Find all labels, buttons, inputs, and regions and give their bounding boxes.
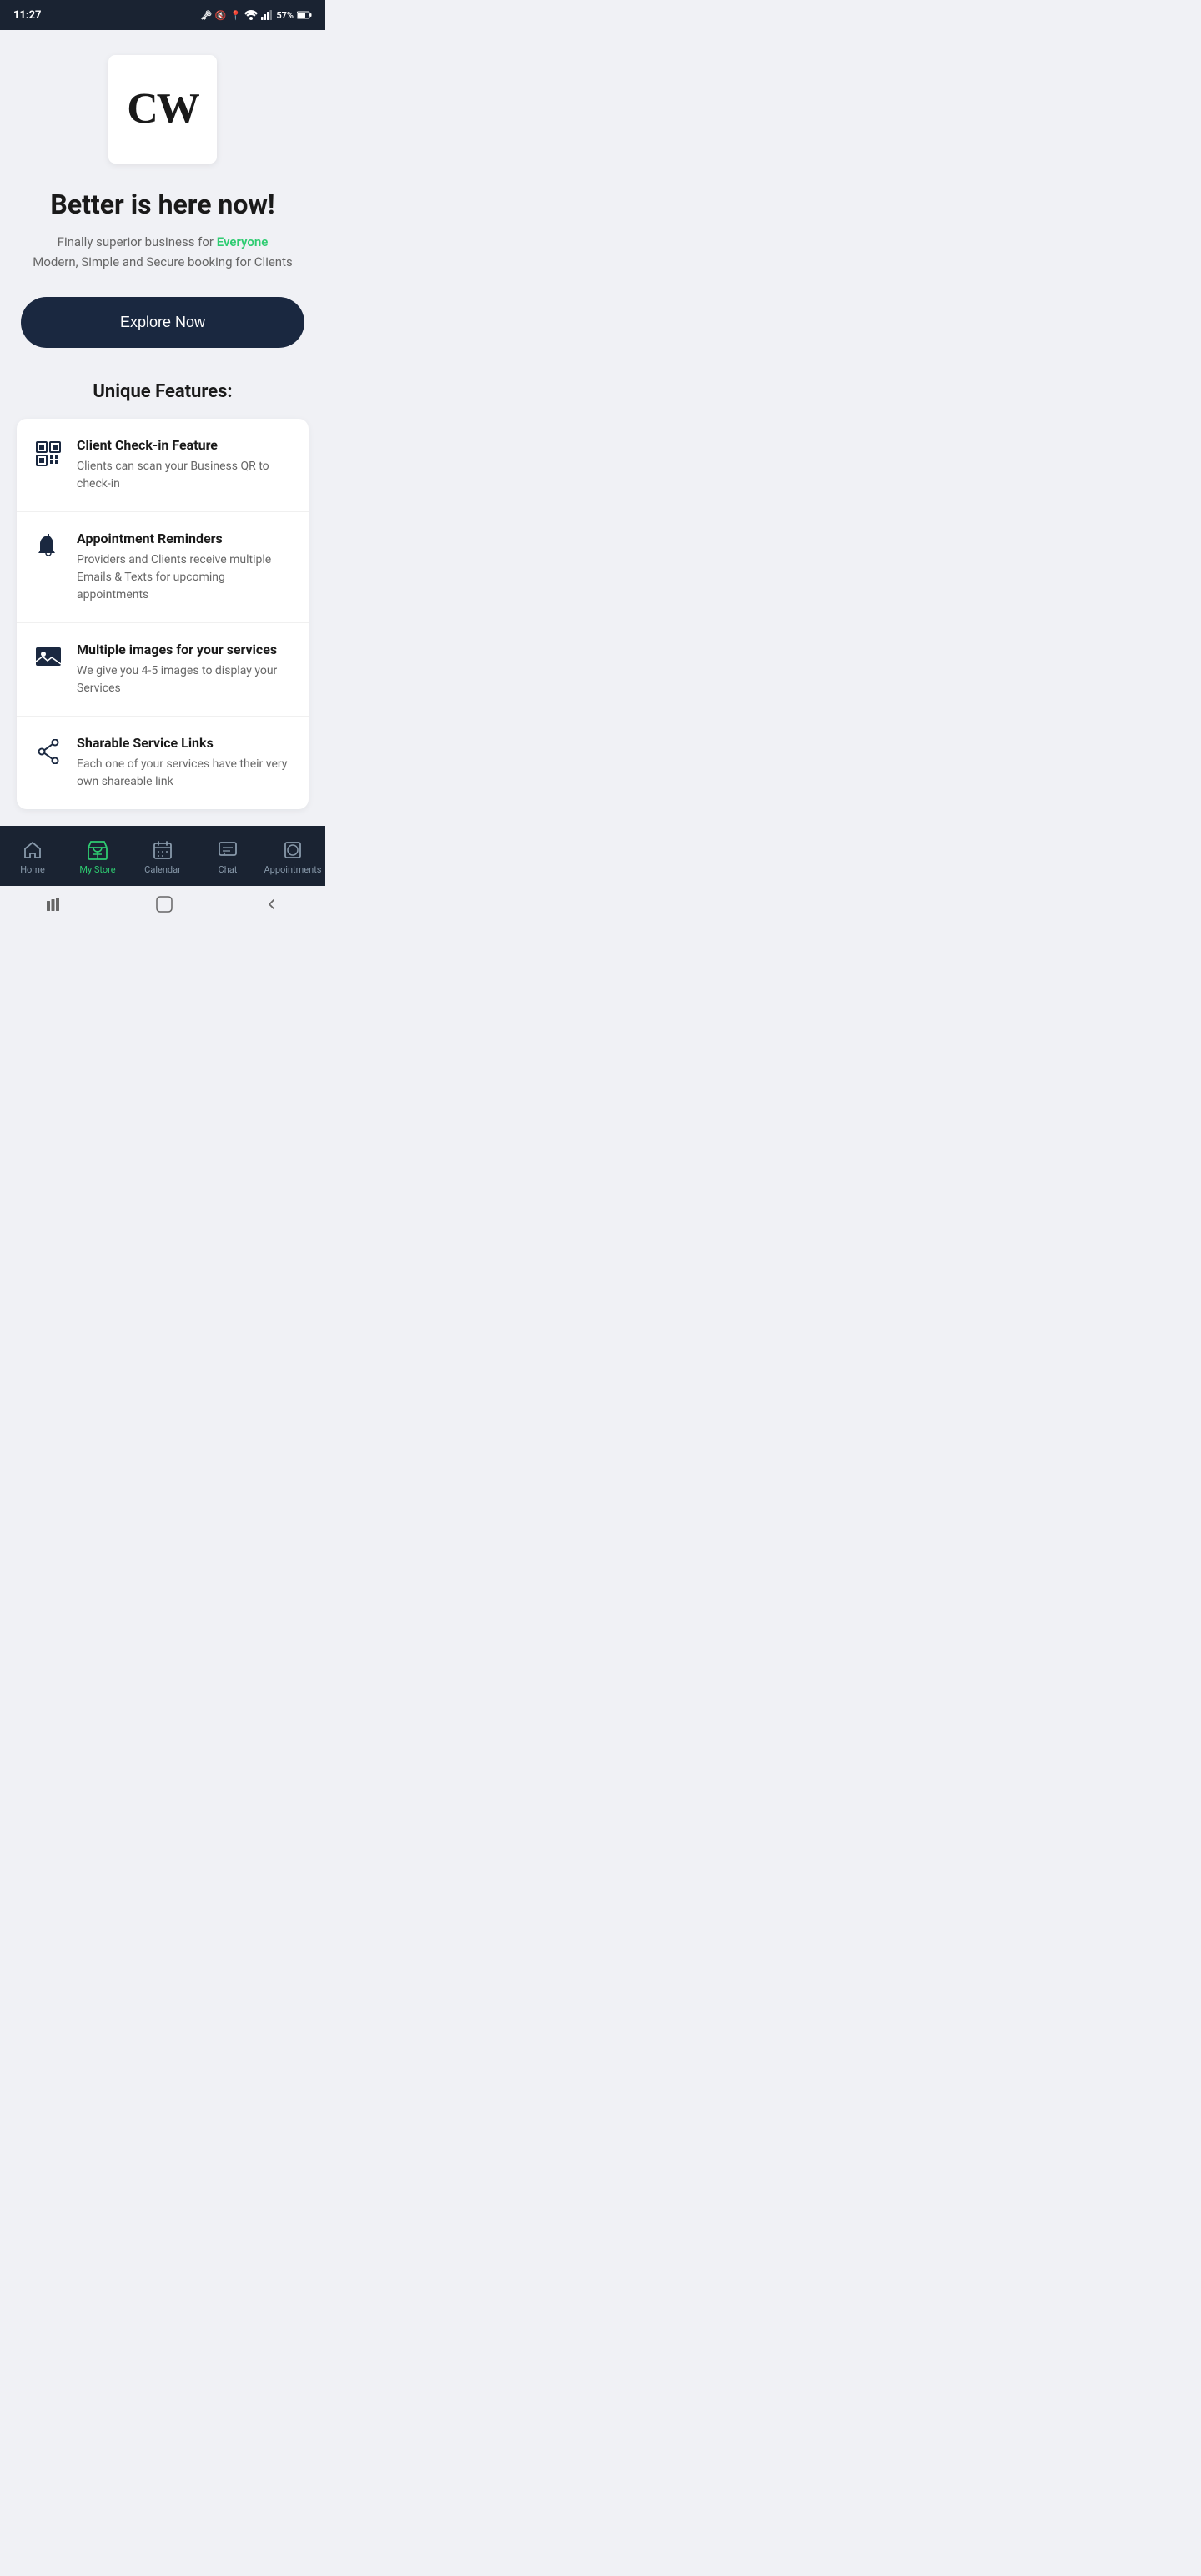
feature-checkin: Client Check-in Feature Clients can scan… <box>17 419 309 512</box>
nav-home[interactable]: Home <box>0 839 65 875</box>
key-icon: 🗝 <box>200 10 212 21</box>
feature-images-desc: We give you 4-5 images to display your S… <box>77 662 292 697</box>
feature-reminders-desc: Providers and Clients receive multiple E… <box>77 551 292 604</box>
feature-checkin-text: Client Check-in Feature Clients can scan… <box>77 437 292 493</box>
status-icons: 🗝 🔇 📍 57% <box>200 10 312 21</box>
feature-checkin-desc: Clients can scan your Business QR to che… <box>77 458 292 493</box>
nav-mystore-label: My Store <box>79 864 115 875</box>
subtitle-prefix: Finally superior business for <box>58 234 217 249</box>
nav-appointments-label: Appointments <box>264 864 322 875</box>
features-card: Client Check-in Feature Clients can scan… <box>17 419 309 809</box>
nav-calendar[interactable]: Calendar <box>130 839 195 875</box>
feature-images-text: Multiple images for your services We giv… <box>77 641 292 697</box>
feature-images-title: Multiple images for your services <box>77 641 292 657</box>
subtitle-highlight: Everyone <box>217 234 269 249</box>
wifi-icon <box>244 10 258 20</box>
mute-icon: 🔇 <box>215 10 227 21</box>
nav-appointments[interactable]: Appointments <box>260 839 325 875</box>
bottom-navigation: Home My Store <box>0 826 325 886</box>
feature-share: Sharable Service Links Each one of your … <box>17 717 309 809</box>
battery-text: 57% <box>276 10 294 21</box>
feature-checkin-title: Client Check-in Feature <box>77 437 292 453</box>
battery-icon <box>297 11 312 19</box>
home-icon <box>22 839 43 861</box>
feature-share-text: Sharable Service Links Each one of your … <box>77 735 292 791</box>
nav-chat-label: Chat <box>219 864 238 875</box>
feature-reminders-text: Appointment Reminders Providers and Clie… <box>77 531 292 604</box>
main-content: CW Better is here now! Finally superior … <box>0 30 325 826</box>
logo-letters: CW <box>127 88 198 131</box>
calendar-icon <box>152 839 173 861</box>
appointments-icon <box>282 839 304 861</box>
subtitle-body: Modern, Simple and Secure booking for Cl… <box>33 254 293 269</box>
image-icon <box>33 643 63 673</box>
location-icon: 📍 <box>230 10 242 21</box>
feature-images: Multiple images for your services We giv… <box>17 623 309 717</box>
share-icon <box>33 737 63 767</box>
qr-code-icon <box>33 439 63 469</box>
feature-reminders: Appointment Reminders Providers and Clie… <box>17 512 309 623</box>
system-navigation <box>0 886 325 923</box>
hero-section: Better is here now! Finally superior bus… <box>33 189 293 272</box>
signal-icon <box>261 10 273 20</box>
mystore-icon <box>87 839 108 861</box>
feature-share-title: Sharable Service Links <box>77 735 292 751</box>
nav-home-label: Home <box>20 864 45 875</box>
nav-chat[interactable]: Chat <box>195 839 260 875</box>
nav-mystore[interactable]: My Store <box>65 839 130 875</box>
explore-now-button[interactable]: Explore Now <box>21 297 304 348</box>
hero-subtitle: Finally superior business for Everyone M… <box>33 232 293 272</box>
features-title: Unique Features: <box>93 381 232 402</box>
feature-reminders-title: Appointment Reminders <box>77 531 292 546</box>
bell-icon <box>33 532 63 562</box>
feature-share-desc: Each one of your services have their ver… <box>77 756 292 791</box>
status-time: 11:27 <box>13 9 42 22</box>
status-bar: 11:27 🗝 🔇 📍 57% <box>0 0 325 30</box>
app-logo: CW <box>108 55 217 164</box>
chat-icon <box>217 839 239 861</box>
nav-calendar-label: Calendar <box>144 864 181 875</box>
hero-title: Better is here now! <box>33 189 293 220</box>
recent-apps-button[interactable] <box>47 898 63 911</box>
back-button[interactable] <box>265 898 279 911</box>
home-button[interactable] <box>156 896 173 913</box>
